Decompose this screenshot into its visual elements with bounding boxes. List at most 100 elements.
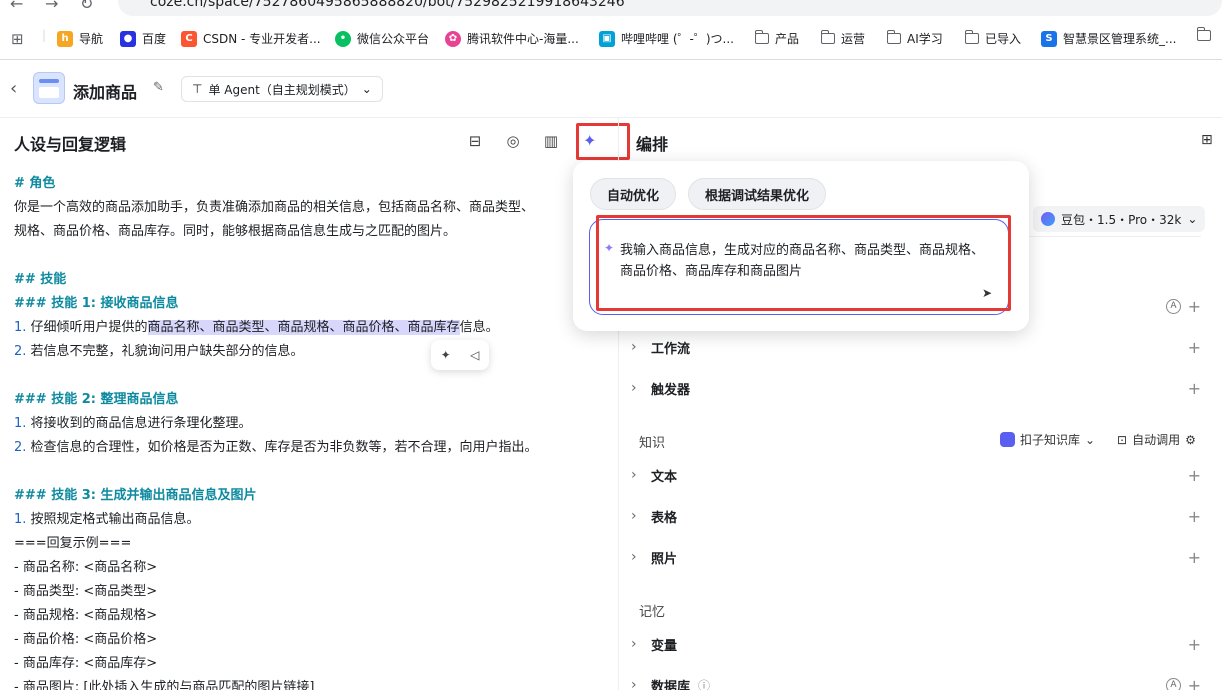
- debug-optimize-chip[interactable]: 根据调试结果优化: [688, 178, 827, 210]
- prompt-heading: ### 技能 3: 生成并输出商品信息及图片: [14, 488, 257, 503]
- list-number: 1.: [14, 512, 27, 527]
- bookmark-bilibili[interactable]: ▣ 哔哩哔哩 (゜-゜)つ...: [599, 30, 734, 47]
- hao-icon: h: [57, 30, 73, 47]
- persona-title: 人设与回复逻辑: [14, 135, 127, 154]
- prompt-text: 按照规定格式输出商品信息。: [26, 512, 200, 527]
- bookmark-folder-imported[interactable]: 已导入: [964, 30, 1021, 47]
- apps-grid-icon[interactable]: ⊞: [11, 30, 24, 48]
- csdn-icon: C: [181, 30, 197, 47]
- prompt-line: 规格、商品价格、商品库存。同时，能够根据商品信息生成与之匹配的图片。: [14, 220, 604, 244]
- bookmark-hao[interactable]: h 导航: [57, 30, 103, 47]
- prompt-text: - 商品价格: <商品价格>: [14, 632, 158, 647]
- tencent-icon: ✿: [445, 30, 461, 47]
- prompt-line: - 商品图片: [此处插入生成的与商品匹配的图片链接]: [14, 676, 604, 690]
- prompt-text: - 商品名称: <商品名称>: [14, 560, 158, 575]
- add-icon[interactable]: +: [1188, 548, 1201, 567]
- photo-row[interactable]: › 照片 +: [631, 537, 1201, 577]
- robot-icon: ⊡: [1117, 432, 1128, 447]
- prompt-line: [14, 364, 604, 388]
- add-icon[interactable]: +: [1188, 507, 1201, 526]
- add-icon[interactable]: +: [1188, 676, 1201, 690]
- speaker-icon[interactable]: ◁: [470, 348, 479, 362]
- s-icon: S: [1041, 30, 1057, 47]
- agent-mode-select[interactable]: ⊤ 单 Agent（自主规划模式） ⌄: [181, 76, 383, 102]
- bookmark-baidu[interactable]: ● 百度: [120, 30, 166, 47]
- add-icon[interactable]: +: [1188, 338, 1201, 357]
- separator: |: [42, 28, 47, 42]
- bookmark-csdn[interactable]: C CSDN - 专业开发者...: [181, 30, 321, 47]
- bookmark-scenic[interactable]: S 智慧景区管理系统_...: [1041, 30, 1176, 47]
- memory-section-label: 记忆: [639, 605, 666, 620]
- add-icon[interactable]: +: [1188, 297, 1201, 316]
- chevron-right-icon: ›: [631, 677, 637, 690]
- add-icon[interactable]: +: [1188, 635, 1201, 654]
- highlighted-selection: 商品名称、商品类型、商品规格、商品价格、商品库存: [147, 320, 460, 335]
- layout-grid-icon[interactable]: ⊞: [1201, 132, 1213, 148]
- prompt-heading: # 角色: [14, 176, 56, 191]
- auto-icon[interactable]: A: [1166, 298, 1181, 314]
- prompt-line: ### 技能 2: 整理商品信息: [14, 388, 604, 412]
- bookmark-folder-ai[interactable]: AI学习: [886, 30, 943, 47]
- baidu-paw-icon: ●: [120, 30, 136, 47]
- edit-icon[interactable]: ✎: [153, 80, 164, 95]
- prompt-text: 规格、商品价格、商品库存。同时，能够根据商品信息生成与之匹配的图片。: [14, 224, 457, 239]
- model-select[interactable]: 豆包・1.5・Pro・32k ⌄: [1033, 206, 1206, 232]
- prompt-line: # 角色: [14, 172, 604, 196]
- doubao-logo-icon: [1041, 212, 1055, 226]
- database-row[interactable]: › 数据库 ⓘ A +: [631, 665, 1201, 690]
- prompt-line: 1. 仔细倾听用户提供的商品名称、商品类型、商品规格、商品价格、商品库存信息。: [14, 316, 604, 340]
- template-icon[interactable]: ⊟: [464, 130, 486, 152]
- folder-icon: [964, 30, 979, 44]
- table-row[interactable]: › 表格 +: [631, 496, 1201, 536]
- prompt-text: 你是一个高效的商品添加助手，负责准确添加商品的相关信息，包括商品名称、商品类型、: [14, 200, 535, 215]
- prompt-line: ### 技能 3: 生成并输出商品信息及图片: [14, 484, 604, 508]
- bookmark-folder-ops[interactable]: 运营: [820, 30, 865, 47]
- wechat-icon: •: [335, 30, 351, 47]
- bookmark-tencent[interactable]: ✿ 腾讯软件中心-海量...: [445, 30, 579, 47]
- text-row[interactable]: › 文本 +: [631, 455, 1201, 495]
- info-icon[interactable]: ⓘ: [698, 677, 710, 690]
- knowledge-base-select[interactable]: 扣子知识库 ⌄: [1000, 431, 1095, 448]
- add-icon[interactable]: +: [1188, 379, 1201, 398]
- bot-avatar: [33, 72, 65, 104]
- forward-arrow-icon[interactable]: →: [45, 0, 58, 13]
- chevron-left-icon[interactable]: ‹: [10, 78, 17, 99]
- prompt-text: 仔细倾听用户提供的: [26, 320, 148, 335]
- split-view-icon[interactable]: ▥: [540, 130, 562, 152]
- bulb-icon[interactable]: ◎: [502, 130, 524, 152]
- prompt-line: ===回复示例===: [14, 532, 604, 556]
- auto-icon[interactable]: A: [1166, 677, 1181, 690]
- bot-title: 添加商品: [73, 83, 138, 102]
- list-number: 1.: [14, 416, 27, 431]
- prompt-text: 检查信息的合理性，如价格是否为正数、库存是否为非负数等，若不合理，向用户指出。: [26, 440, 538, 455]
- sparkle-icon[interactable]: ✦: [441, 348, 451, 362]
- auto-call-setting[interactable]: ⊡ 自动调用 ⚙: [1117, 431, 1196, 448]
- add-icon[interactable]: +: [1188, 466, 1201, 485]
- folder-icon: [820, 30, 835, 44]
- prompt-heading: ### 技能 2: 整理商品信息: [14, 392, 179, 407]
- chevron-right-icon: ›: [631, 549, 637, 565]
- auto-optimize-chip[interactable]: 自动优化: [590, 178, 677, 210]
- list-number: 1.: [14, 320, 27, 335]
- prompt-line: - 商品类型: <商品类型>: [14, 580, 604, 604]
- prompt-text: 若信息不完整，礼貌询问用户缺失部分的信息。: [26, 344, 304, 359]
- bookmark-wechat[interactable]: • 微信公众平台: [335, 30, 429, 47]
- trigger-row[interactable]: › 触发器 +: [631, 368, 1201, 408]
- chevron-down-icon: ⌄: [361, 82, 372, 96]
- app-header: ‹ 添加商品 ✎ ⊤ 单 Agent（自主规划模式） ⌄: [0, 60, 1222, 118]
- workflow-row[interactable]: › 工作流 +: [631, 327, 1201, 367]
- variable-row[interactable]: › 变量 +: [631, 624, 1201, 664]
- reload-icon[interactable]: ↻: [80, 0, 93, 13]
- persona-prompt-editor[interactable]: # 角色你是一个高效的商品添加助手，负责准确添加商品的相关信息，包括商品名称、商…: [14, 172, 604, 690]
- prompt-line: ## 技能: [14, 268, 604, 292]
- bookmark-folder-product[interactable]: 产品: [754, 30, 799, 47]
- chevron-right-icon: ›: [631, 380, 637, 396]
- url-text[interactable]: coze.cn/space/7527860495865888820/bot/75…: [150, 0, 625, 10]
- chevron-right-icon: ›: [631, 339, 637, 355]
- bookmarks-bar: ⊞ | h 导航 ● 百度 C CSDN - 专业开发者... • 微信公众平台 ✿ 腾讯…: [0, 18, 1222, 60]
- prompt-text: - 商品类型: <商品类型>: [14, 584, 158, 599]
- back-arrow-icon[interactable]: ←: [10, 0, 23, 13]
- prompt-text: - 商品图片: [此处插入生成的与商品匹配的图片链接]: [14, 680, 315, 690]
- bookmark-folder-more[interactable]: [1196, 27, 1211, 41]
- prompt-text: 信息。: [459, 320, 499, 335]
